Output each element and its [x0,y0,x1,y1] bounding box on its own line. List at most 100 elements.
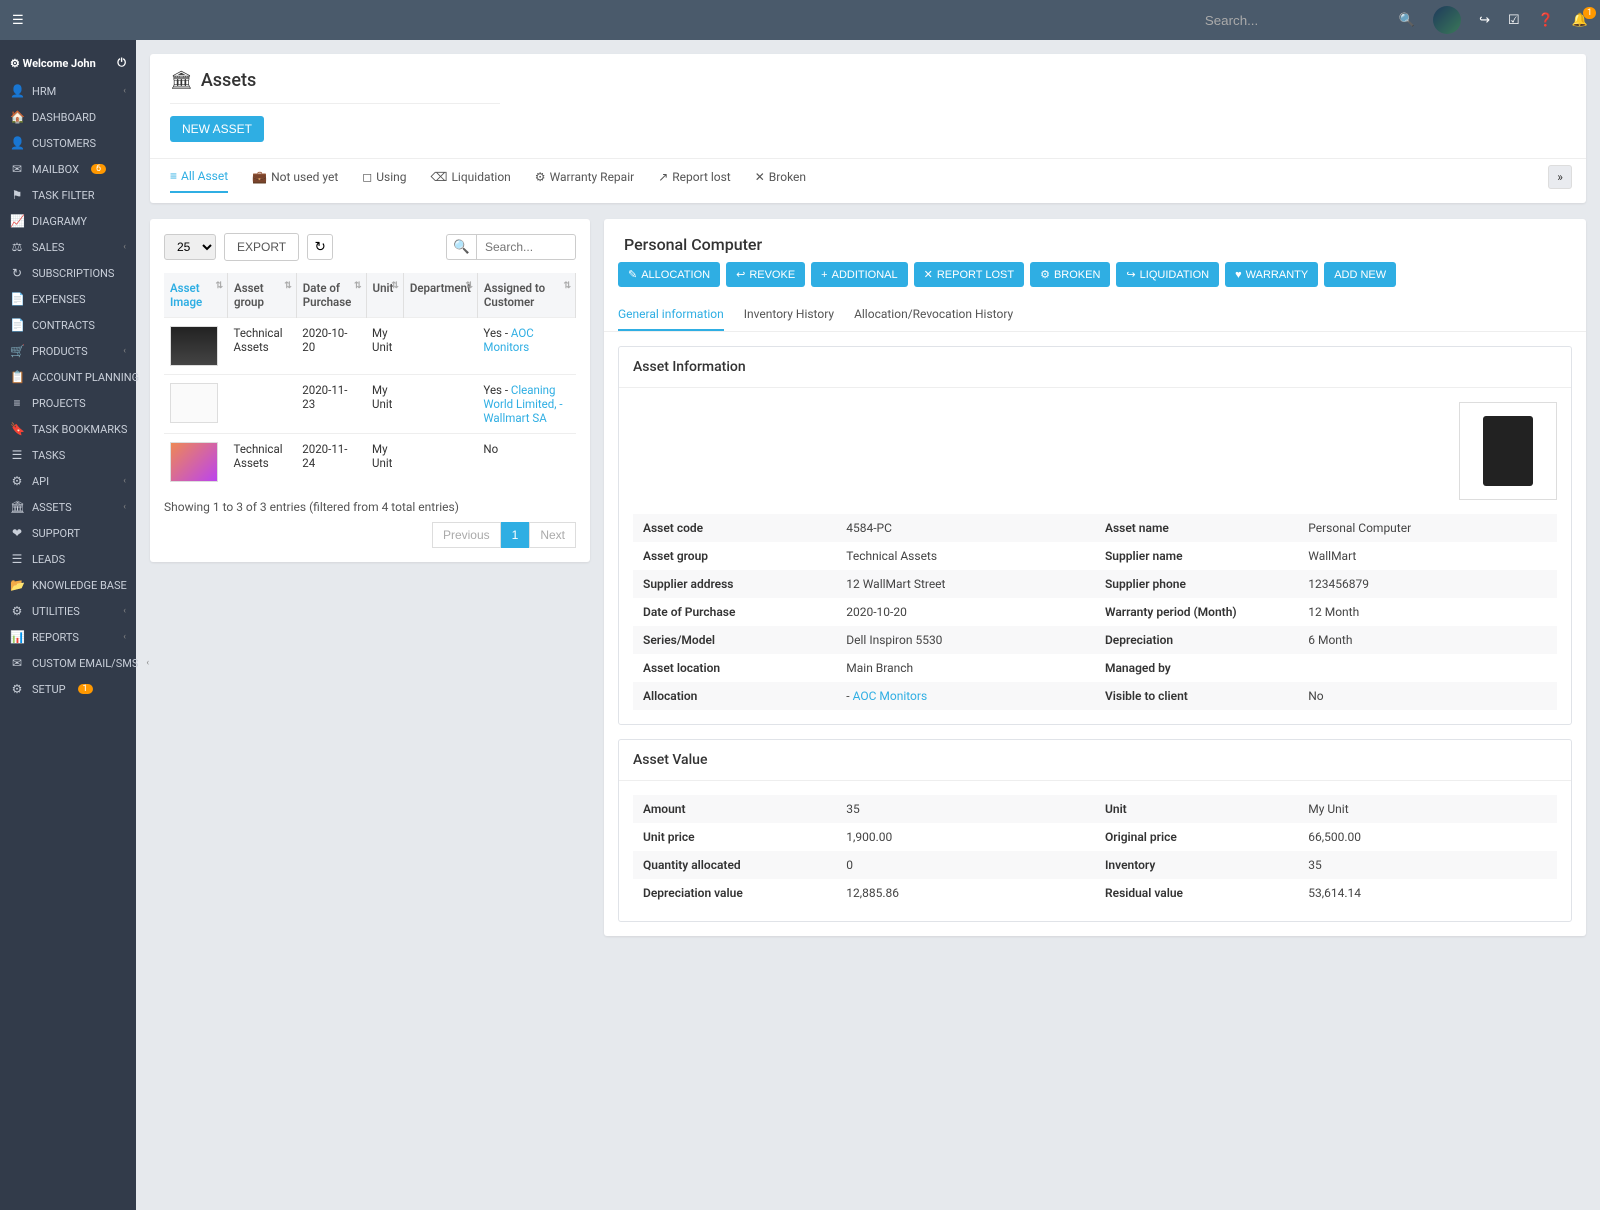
prev-page-button[interactable]: Previous [432,522,501,548]
tab-all-asset[interactable]: ≡All Asset [170,169,228,193]
action-icon: ↩ [736,268,745,281]
chevron-left-icon: ‹ [123,632,126,642]
page-1-button[interactable]: 1 [501,522,530,548]
col-header[interactable]: Department⇅ [403,273,477,318]
chevron-left-icon: ‹ [123,86,126,96]
sidebar-item-setup[interactable]: ⚙SETUP1 [0,676,136,702]
sidebar-item-support[interactable]: ❤SUPPORT [0,520,136,546]
col-header[interactable]: Date of Purchase⇅ [296,273,366,318]
next-page-button[interactable]: Next [529,522,576,548]
customer-link[interactable]: AOC Monitors [483,326,533,354]
avatar[interactable] [1433,6,1461,34]
sort-icon: ⇅ [563,281,571,291]
revoke-button[interactable]: ↩ REVOKE [726,262,805,287]
col-header[interactable]: Asset Image⇅ [164,273,228,318]
sidebar-item-products[interactable]: 🛒PRODUCTS‹ [0,338,136,364]
sidebar-label: HRM [32,85,56,98]
allocation-button[interactable]: ✎ ALLOCATION [618,262,720,287]
sidebar-item-knowledge-base[interactable]: 📂KNOWLEDGE BASE [0,572,136,598]
col-header[interactable]: Assigned to Customer⇅ [477,273,575,318]
search-icon[interactable]: 🔍 [1399,13,1415,28]
expand-icon[interactable]: » [1548,165,1572,189]
sidebar-item-leads[interactable]: ☰LEADS [0,546,136,572]
check-icon[interactable]: ☑ [1508,13,1520,28]
action-icon: ✕ [924,268,933,281]
table-search-input[interactable] [476,234,576,260]
liquidation-button[interactable]: ↪ LIQUIDATION [1116,262,1219,287]
sidebar-label: PROJECTS [32,397,86,410]
export-button[interactable]: EXPORT [224,233,299,261]
tab-warranty-repair[interactable]: ⚙Warranty Repair [535,169,634,193]
sidebar-item-customers[interactable]: 👤CUSTOMERS [0,130,136,156]
allocation-link[interactable]: AOC Monitors [853,689,928,703]
tab-icon: 💼 [252,170,267,184]
sidebar-item-hrm[interactable]: 👤HRM‹ [0,78,136,104]
detail-tab-general-information[interactable]: General information [618,299,724,331]
sidebar-item-projects[interactable]: ≡PROJECTS [0,390,136,416]
tab-icon: ≡ [170,169,177,183]
table-row[interactable]: Technical Assets2020-10-20My UnitYes - A… [164,318,576,375]
sidebar-item-subscriptions[interactable]: ↻SUBSCRIPTIONS [0,260,136,286]
info-row: Asset locationMain BranchManaged by [633,654,1557,682]
menu-toggle-icon[interactable]: ☰ [12,13,36,28]
broken-button[interactable]: ⚙ BROKEN [1030,262,1110,287]
table-row[interactable]: Technical Assets2020-11-24My UnitNo [164,434,576,491]
global-search-input[interactable] [1199,7,1399,34]
sidebar-icon: ⚙ [10,474,24,488]
help-icon[interactable]: ❓ [1538,13,1554,28]
table-row[interactable]: 2020-11-23My UnitYes - Cleaning World Li… [164,375,576,434]
sidebar-icon: ☰ [10,448,24,462]
chevron-left-icon: ‹ [123,502,126,512]
tab-liquidation[interactable]: ⌫Liquidation [430,169,510,193]
sidebar-item-reports[interactable]: 📊REPORTS‹ [0,624,136,650]
sidebar-item-sales[interactable]: ⚖SALES‹ [0,234,136,260]
page-size-select[interactable]: 25 [164,234,216,260]
detail-tab-inventory-history[interactable]: Inventory History [744,299,834,331]
tab-not-used-yet[interactable]: 💼Not used yet [252,169,338,193]
sidebar-icon: 📋 [10,370,24,384]
sidebar-item-mailbox[interactable]: ✉MAILBOX6 [0,156,136,182]
add-new-button[interactable]: ADD NEW [1324,262,1396,287]
customer-link[interactable]: Cleaning World Limited, - Wallmart SA [483,383,562,425]
sidebar-label: SUBSCRIPTIONS [32,267,114,280]
tab-using[interactable]: ◻Using [362,169,406,193]
sidebar-label: SALES [32,241,64,254]
sidebar-label: TASK FILTER [32,189,95,202]
sidebar-label: LEADS [32,553,65,566]
refresh-icon[interactable]: ↻ [307,234,333,260]
sidebar-item-task-filter[interactable]: ⚑TASK FILTER [0,182,136,208]
detail-tab-allocation-revocation-history[interactable]: Allocation/Revocation History [854,299,1013,331]
new-asset-button[interactable]: NEW ASSET [170,116,264,142]
table-search-icon[interactable]: 🔍 [446,234,476,260]
sidebar-icon: 📂 [10,578,24,592]
sidebar-item-tasks[interactable]: ☰TASKS [0,442,136,468]
sidebar-item-contracts[interactable]: 📄CONTRACTS [0,312,136,338]
tab-broken[interactable]: ✕Broken [755,169,806,193]
asset-info-header: Asset Information [619,347,1571,388]
power-icon[interactable]: ⏻ [117,56,126,70]
sidebar-item-utilities[interactable]: ⚙UTILITIES‹ [0,598,136,624]
sidebar-icon: 👤 [10,136,24,150]
sidebar-item-account-planning[interactable]: 📋ACCOUNT PLANNING [0,364,136,390]
share-icon[interactable]: ↪ [1479,13,1490,28]
sidebar-item-custom-email-sms[interactable]: ✉CUSTOM EMAIL/SMS‹ [0,650,136,676]
sidebar-item-dashboard[interactable]: 🏠DASHBOARD [0,104,136,130]
sidebar-icon: 🔖 [10,422,24,436]
info-row: Allocation- AOC MonitorsVisible to clien… [633,682,1557,710]
sidebar-item-api[interactable]: ⚙API‹ [0,468,136,494]
bell-icon[interactable]: 🔔1 [1572,13,1588,28]
col-header[interactable]: Unit⇅ [366,273,403,318]
info-row: Series/ModelDell Inspiron 5530Depreciati… [633,626,1557,654]
sidebar-item-task-bookmarks[interactable]: 🔖TASK BOOKMARKS [0,416,136,442]
report-lost-button[interactable]: ✕ REPORT LOST [914,262,1024,287]
sidebar-label: MAILBOX [32,163,79,176]
tab-icon: ◻ [362,170,372,184]
col-header[interactable]: Asset group⇅ [228,273,297,318]
additional-button[interactable]: + ADDITIONAL [811,262,907,287]
sidebar-label: DASHBOARD [32,111,96,124]
sidebar-item-expenses[interactable]: 📄EXPENSES [0,286,136,312]
sidebar-item-assets[interactable]: 🏛ASSETS‹ [0,494,136,520]
sidebar-item-diagramy[interactable]: 📈DIAGRAMY [0,208,136,234]
warranty-button[interactable]: ♥ WARRANTY [1225,262,1318,287]
tab-report-lost[interactable]: ↗Report lost [658,169,731,193]
